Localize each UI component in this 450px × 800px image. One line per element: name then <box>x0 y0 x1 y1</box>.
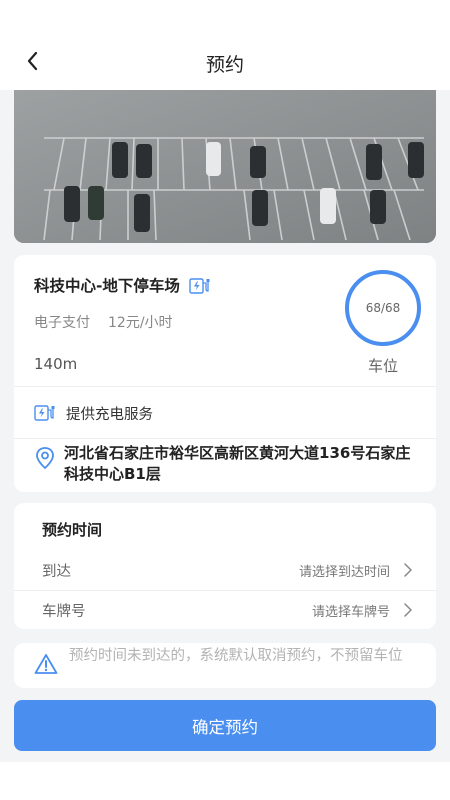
confirm-reservation-button[interactable]: 确定预约 <box>14 700 436 751</box>
plate-label: 车牌号 <box>42 603 86 620</box>
divider <box>14 438 436 439</box>
page-title: 预约 <box>205 54 244 76</box>
charging-service-text: 提供充电服务 <box>66 406 153 423</box>
spots-ring: 68/68 <box>345 270 421 346</box>
chevron-right-icon <box>404 563 412 577</box>
lot-name: 科技中心-地下停车场 <box>34 274 211 296</box>
plate-selector[interactable]: 车牌号 请选择车牌号 <box>14 590 436 630</box>
spots-label: 车位 <box>367 357 398 375</box>
reservation-time-card: 预约时间 到达 请选择到达时间 车牌号 请选择车牌号 <box>14 503 436 629</box>
warning-icon <box>34 654 58 674</box>
bottom-bar <box>0 762 450 800</box>
chevron-right-icon <box>404 603 412 617</box>
address-text: 河北省石家庄市裕华区高新区黄河大道136号石家庄科技中心B1层 <box>64 444 411 483</box>
price: 12元/小时 <box>108 315 173 331</box>
payment-info: 电子支付 12元/小时 <box>34 312 173 332</box>
parking-info-card: 科技中心-地下停车场 电子支付 12元/小时 140m 68/68 车位 提供充电… <box>14 255 436 492</box>
divider <box>14 386 436 387</box>
distance: 140m <box>34 355 78 373</box>
header-bar: 预约 <box>0 0 450 90</box>
notice-card: 预约时间未到达的，系统默认取消预约，不预留车位 <box>14 643 436 688</box>
notice-text: 预约时间未到达的，系统默认取消预约，不预留车位 <box>69 648 403 664</box>
arrive-label: 到达 <box>42 563 71 580</box>
charging-station-icon <box>34 405 55 421</box>
lot-name-text: 科技中心-地下停车场 <box>34 277 180 295</box>
arrive-placeholder: 请选择到达时间 <box>298 564 390 580</box>
charging-station-icon <box>189 278 210 294</box>
parking-lot-photo <box>14 90 436 243</box>
charging-service-row: 提供充电服务 <box>34 402 153 424</box>
location-pin-icon <box>36 447 54 470</box>
plate-placeholder: 请选择车牌号 <box>311 604 390 620</box>
arrive-time-selector[interactable]: 到达 请选择到达时间 <box>14 550 436 590</box>
section-title: 预约时间 <box>42 521 103 539</box>
spots-count: 68/68 <box>365 301 401 315</box>
address-row: 河北省石家庄市裕华区高新区黄河大道136号石家庄科技中心B1层 <box>34 443 424 485</box>
payment-method: 电子支付 <box>34 315 90 331</box>
